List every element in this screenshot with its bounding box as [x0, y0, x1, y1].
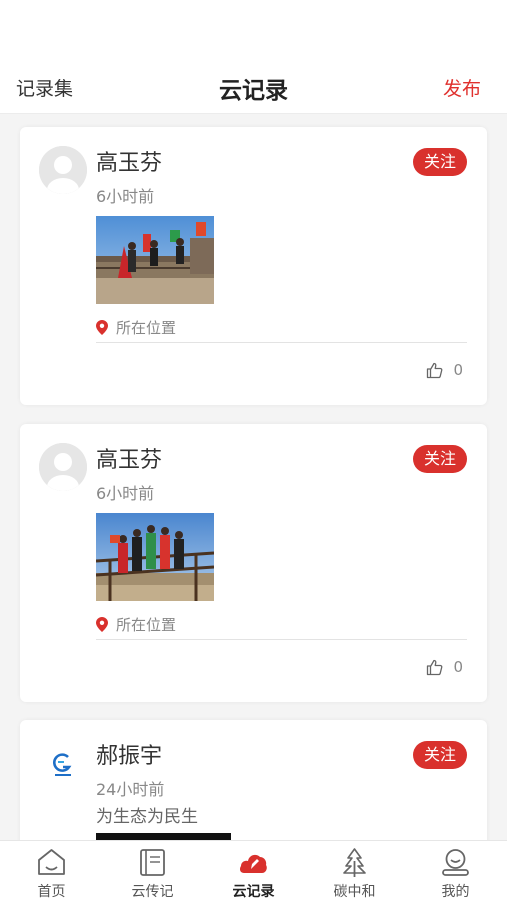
post-card[interactable]: 郝振宇 24小时前 为生态为民生 关注 — [20, 720, 487, 840]
tab-home-label: 首页 — [37, 884, 66, 900]
follow-button[interactable]: 关注 — [412, 445, 467, 473]
cloud-record-icon — [240, 854, 267, 873]
bottom-tab-bar: 首页 云传记 云记录 碳中和 我的 — [0, 840, 507, 900]
post-location[interactable]: 所在位置 — [96, 317, 176, 338]
organization-logo-icon[interactable] — [46, 748, 80, 782]
page-title: 云记录 — [219, 78, 288, 104]
user-name[interactable]: 高玉芬 — [96, 442, 162, 474]
tab-biography[interactable]: 云传记 — [102, 841, 203, 900]
status-bar — [0, 0, 507, 58]
post-photo[interactable] — [96, 833, 231, 840]
like-count: 0 — [453, 658, 463, 676]
like-count: 0 — [453, 361, 463, 379]
tab-mine[interactable]: 我的 — [405, 841, 506, 900]
follow-button[interactable]: 关注 — [412, 148, 467, 176]
thumbs-up-icon — [427, 659, 443, 675]
post-time: 6小时前 — [96, 484, 155, 503]
post-text: 为生态为民生 — [96, 807, 198, 827]
top-navigation-bar: 记录集 云记录 发布 — [0, 58, 507, 114]
default-avatar-icon — [39, 443, 87, 491]
tab-mine-label: 我的 — [441, 884, 470, 900]
profile-icon — [442, 849, 469, 876]
tab-cloud-record-label: 云记录 — [232, 884, 275, 900]
like-button[interactable]: 0 — [426, 361, 463, 379]
user-name[interactable]: 郝振宇 — [96, 738, 162, 770]
card-divider — [96, 639, 467, 640]
post-feed[interactable]: 高玉芬 6小时前 关注 所在位置 0 高玉芬 6小时前 关注 所在位置 0 郝振… — [0, 114, 507, 840]
book-icon — [140, 849, 165, 876]
tab-carbon-neutral-label: 碳中和 — [333, 884, 376, 900]
user-name[interactable]: 高玉芬 — [96, 145, 162, 177]
post-photo[interactable] — [96, 216, 214, 304]
tab-home[interactable]: 首页 — [1, 841, 102, 900]
location-pin-icon — [96, 320, 108, 335]
tree-icon — [343, 848, 366, 877]
like-button[interactable]: 0 — [426, 658, 463, 676]
post-card[interactable]: 高玉芬 6小时前 关注 所在位置 0 — [20, 127, 487, 405]
card-divider — [96, 342, 467, 343]
post-photo[interactable] — [96, 513, 214, 601]
user-avatar[interactable] — [39, 146, 87, 194]
post-card[interactable]: 高玉芬 6小时前 关注 所在位置 0 — [20, 424, 487, 702]
post-location[interactable]: 所在位置 — [96, 614, 176, 635]
group-photo-image — [96, 216, 214, 304]
tab-cloud-record[interactable]: 云记录 — [203, 841, 304, 900]
location-label: 所在位置 — [116, 319, 177, 337]
location-label: 所在位置 — [116, 616, 177, 634]
follow-button[interactable]: 关注 — [412, 741, 467, 769]
tab-carbon-neutral[interactable]: 碳中和 — [304, 841, 405, 900]
user-avatar[interactable] — [39, 443, 87, 491]
thumbs-up-icon — [427, 362, 443, 378]
post-time: 24小时前 — [96, 780, 165, 799]
tab-biography-label: 云传记 — [131, 884, 174, 900]
group-photo-image — [96, 513, 214, 601]
location-pin-icon — [96, 617, 108, 632]
home-icon — [38, 849, 65, 875]
default-avatar-icon — [39, 146, 87, 194]
post-time: 6小时前 — [96, 187, 155, 206]
publish-button[interactable]: 发布 — [443, 74, 481, 101]
